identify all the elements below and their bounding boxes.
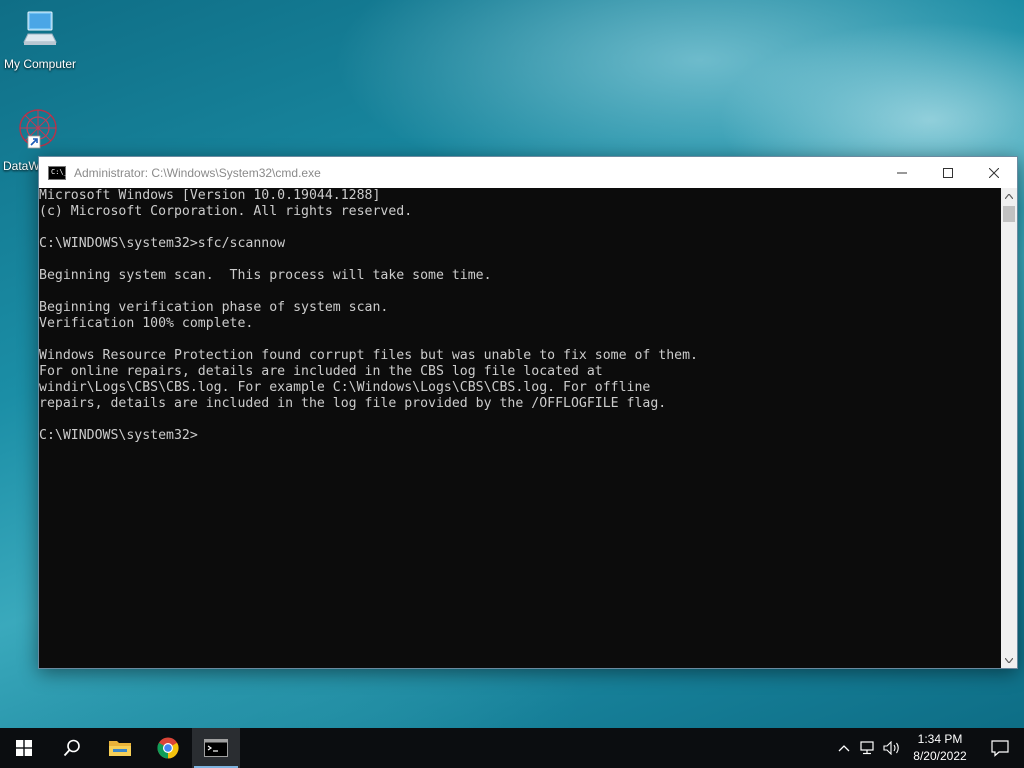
cmd-app-icon: C:\_ — [48, 165, 68, 180]
console-output: Microsoft Windows [Version 10.0.19044.12… — [39, 188, 698, 443]
maximize-button[interactable] — [925, 157, 971, 188]
speaker-icon — [883, 741, 899, 755]
system-tray: 1:34 PM 8/20/2022 — [832, 728, 1024, 768]
dataw-shortcut-icon — [19, 109, 57, 149]
clock-time: 1:34 PM — [917, 732, 963, 746]
start-button[interactable] — [0, 728, 48, 768]
taskbar-clock[interactable]: 1:34 PM 8/20/2022 — [904, 731, 976, 765]
action-center-button[interactable] — [976, 728, 1024, 768]
window-titlebar[interactable]: C:\_ Administrator: C:\Windows\System32\… — [39, 157, 1017, 188]
cmd-taskbar-button[interactable] — [192, 728, 240, 768]
close-icon — [989, 167, 999, 178]
scrollbar-thumb[interactable] — [1003, 206, 1015, 222]
start-icon — [16, 740, 32, 756]
file-explorer-button[interactable] — [96, 728, 144, 768]
taskbar: 1:34 PM 8/20/2022 — [0, 728, 1024, 768]
window-title: Administrator: C:\Windows\System32\cmd.e… — [74, 165, 321, 180]
show-hidden-icons-button[interactable] — [832, 728, 856, 768]
computer-icon — [23, 11, 57, 45]
cmd-window[interactable]: C:\_ Administrator: C:\Windows\System32\… — [38, 156, 1018, 669]
maximize-icon — [943, 167, 953, 178]
chevron-up-icon — [1005, 193, 1013, 199]
minimize-button[interactable] — [879, 157, 925, 188]
desktop-icon-label: My Computer — [3, 57, 77, 71]
clock-date: 8/20/2022 — [913, 749, 967, 763]
desktop-icon-my-computer[interactable]: My Computer — [0, 8, 80, 71]
file-explorer-icon — [109, 741, 131, 756]
scroll-up-button[interactable] — [1001, 188, 1017, 204]
notification-icon — [991, 740, 1009, 757]
scroll-down-button[interactable] — [1001, 652, 1017, 668]
network-button[interactable] — [856, 728, 880, 768]
chrome-icon — [157, 737, 179, 759]
chrome-button[interactable] — [144, 728, 192, 768]
window-controls — [879, 157, 1017, 188]
console-area[interactable]: Microsoft Windows [Version 10.0.19044.12… — [39, 188, 1001, 668]
vertical-scrollbar[interactable] — [1001, 188, 1017, 668]
search-icon — [63, 739, 80, 757]
network-icon — [860, 741, 874, 755]
chevron-up-icon — [838, 745, 850, 752]
chevron-down-icon — [1005, 657, 1013, 663]
cmd-app-icon-text: C:\_ — [51, 167, 68, 176]
volume-button[interactable] — [880, 728, 904, 768]
cmd-icon — [204, 739, 228, 757]
close-button[interactable] — [971, 157, 1017, 188]
search-button[interactable] — [48, 728, 96, 768]
minimize-icon — [897, 172, 907, 173]
